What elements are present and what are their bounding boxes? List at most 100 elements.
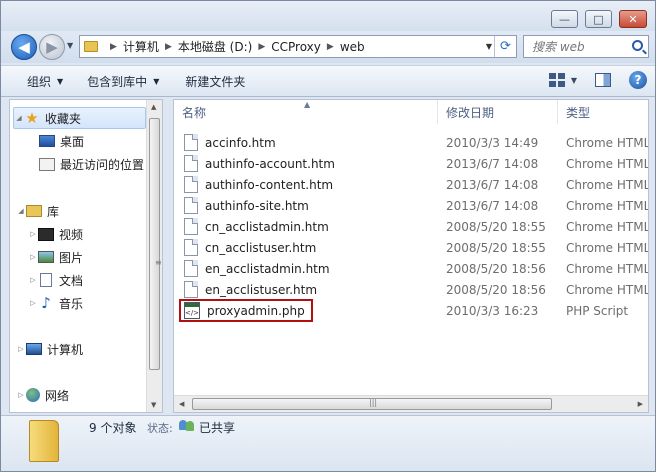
recent-pages-dropdown-icon[interactable]: ▼	[67, 41, 73, 50]
file-name-cell[interactable]: en_acclistadmin.htm	[184, 260, 442, 277]
html-file-icon	[184, 281, 198, 298]
scroll-left-icon[interactable]: ◀	[179, 400, 184, 408]
file-name: proxyadmin.php	[207, 303, 305, 318]
new-folder-button[interactable]: 新建文件夹	[177, 70, 253, 92]
expand-triangle-icon[interactable]: ◢	[14, 114, 24, 122]
collapsed-triangle-icon[interactable]: ▷	[28, 253, 38, 261]
html-file-icon	[184, 155, 198, 172]
search-icon[interactable]	[632, 40, 643, 51]
search-input[interactable]	[524, 39, 624, 54]
breadcrumb-drive-d[interactable]: 本地磁盘 (D:)	[178, 38, 252, 55]
file-name-cell[interactable]: en_acclistuser.htm	[184, 281, 442, 298]
organize-label: 组织	[27, 74, 52, 89]
include-in-library-button[interactable]: 包含到库中 ▼	[79, 70, 167, 92]
file-date: 2008/5/20 18:55	[446, 240, 546, 255]
breadcrumb-ccproxy[interactable]: CCProxy	[271, 40, 321, 54]
column-header-date[interactable]: 修改日期	[438, 100, 558, 124]
collapsed-triangle-icon[interactable]: ▷	[16, 391, 26, 399]
chevron-right-icon[interactable]: ▶	[110, 42, 117, 52]
expand-triangle-icon[interactable]: ◢	[16, 207, 26, 215]
file-name-cell[interactable]: authinfo-account.htm	[184, 155, 442, 172]
scroll-up-icon[interactable]: ▲	[151, 103, 156, 111]
collapsed-triangle-icon[interactable]: ▷	[28, 299, 38, 307]
organize-button[interactable]: 组织 ▼	[19, 70, 71, 92]
table-row[interactable]: authinfo-content.htm 2013/6/7 14:08 Chrome…	[174, 174, 649, 195]
sidebar-item-libraries[interactable]: ◢ 库	[16, 200, 59, 222]
sidebar-item-computer[interactable]: ▷ 计算机	[16, 338, 83, 360]
maximize-button[interactable]: □	[585, 10, 612, 28]
scrollbar-thumb[interactable]: |||	[192, 398, 552, 410]
search-box[interactable]	[523, 35, 649, 58]
address-bar[interactable]: ▶ 计算机 ▶ 本地磁盘 (D:) ▶ CCProxy ▶ web ▼ ⟳	[79, 35, 517, 58]
column-header-type[interactable]: 类型	[558, 100, 648, 124]
refresh-button[interactable]: ⟳	[494, 36, 516, 57]
forward-button[interactable]: ▶	[39, 34, 65, 60]
breadcrumb-computer[interactable]: 计算机	[123, 38, 159, 55]
file-type: Chrome HTML	[566, 156, 649, 171]
file-name-cell[interactable]: authinfo-site.htm	[184, 197, 442, 214]
collapsed-triangle-icon[interactable]: ▷	[28, 276, 38, 284]
table-row[interactable]: authinfo-site.htm 2013/6/7 14:08 Chrome HT…	[174, 195, 649, 216]
table-row[interactable]: en_acclistadmin.htm 2008/5/20 18:56 Chrome…	[174, 258, 648, 279]
title-bar: — □ ✕	[1, 1, 655, 31]
file-type: Chrome HTML	[566, 135, 649, 150]
breadcrumb-web[interactable]: web	[340, 40, 365, 54]
preview-pane-icon[interactable]	[595, 73, 611, 87]
close-button[interactable]: ✕	[619, 10, 647, 28]
back-button[interactable]: ◀	[11, 34, 37, 60]
table-row[interactable]: authinfo-account.htm 2013/6/7 14:08 Chrome…	[174, 153, 649, 174]
file-type: Chrome HTML	[566, 198, 649, 213]
sidebar-item-favorites[interactable]: ◢ ★ 收藏夹	[13, 107, 146, 129]
desktop-icon	[39, 135, 55, 147]
file-name-cell[interactable]: cn_acclistuser.htm	[184, 239, 442, 256]
minimize-button[interactable]: —	[551, 10, 578, 28]
horizontal-scrollbar[interactable]: ◀ ||| ▶	[174, 395, 648, 412]
address-history-dropdown-icon[interactable]: ▼	[486, 42, 492, 51]
file-type: Chrome HTML	[566, 177, 649, 192]
sidebar-item-label: 视频	[59, 227, 84, 242]
chevron-right-icon[interactable]: ▶	[327, 42, 334, 52]
file-date: 2013/6/7 14:08	[446, 156, 539, 171]
sidebar-item-documents[interactable]: ▷ 文档	[28, 269, 83, 291]
file-type: Chrome HTML	[566, 219, 649, 234]
sidebar-item-label: 库	[47, 204, 60, 219]
music-icon: ♪	[41, 293, 51, 312]
file-name-cell[interactable]: cn_acclistadmin.htm	[184, 218, 442, 235]
file-date: 2010/3/3 16:23	[446, 303, 539, 318]
sidebar-item-desktop[interactable]: 桌面	[39, 130, 84, 152]
shared-users-icon	[179, 418, 195, 432]
chevron-right-icon[interactable]: ▶	[165, 42, 172, 52]
table-row[interactable]: cn_acclistadmin.htm 2008/5/20 18:55 Chrome…	[174, 216, 649, 237]
file-name-cell[interactable]: authinfo-content.htm	[184, 176, 442, 193]
table-row[interactable]: en_acclistuser.htm 2008/5/20 18:56 Chrome …	[174, 279, 648, 300]
table-row[interactable]: cn_acclistuser.htm 2008/5/20 18:55 Chrome …	[174, 237, 648, 258]
sidebar-item-pictures[interactable]: ▷ 图片	[28, 246, 83, 268]
file-name-cell[interactable]: </> proxyadmin.php	[179, 299, 313, 322]
file-name-cell[interactable]: accinfo.htm	[184, 134, 442, 151]
column-header-label: 修改日期	[446, 105, 495, 120]
table-row[interactable]: </> proxyadmin.php 2010/3/3 16:23 PHP Scrip…	[174, 299, 648, 322]
chevron-right-icon[interactable]: ▶	[258, 42, 265, 52]
help-icon[interactable]: ?	[629, 71, 647, 89]
scrollbar-thumb[interactable]: ≡	[149, 118, 162, 370]
sidebar-item-label: 最近访问的位置	[60, 157, 145, 172]
details-pane: 9 个对象 状态: 已共享	[1, 415, 655, 471]
sidebar-item-label: 收藏夹	[45, 111, 82, 126]
file-name: en_acclistadmin.htm	[205, 261, 330, 276]
collapsed-triangle-icon[interactable]: ▷	[28, 230, 38, 238]
change-view-icon[interactable]	[548, 73, 565, 87]
sidebar-item-network[interactable]: ▷ 网络	[16, 384, 69, 406]
collapsed-triangle-icon[interactable]: ▷	[16, 345, 26, 353]
table-row[interactable]: accinfo.htm 2010/3/3 14:49 Chrome HTML	[174, 132, 649, 153]
column-header-name[interactable]: 名称 ▲	[174, 100, 438, 124]
file-date: 2013/6/7 14:08	[446, 198, 539, 213]
navigation-pane-scrollbar[interactable]: ▲ ≡ ▼	[146, 100, 162, 412]
sidebar-item-music[interactable]: ▷ ♪ 音乐	[28, 292, 83, 314]
scroll-down-icon[interactable]: ▼	[151, 401, 156, 409]
sidebar-item-recent[interactable]: 最近访问的位置	[39, 153, 144, 175]
scroll-right-icon[interactable]: ▶	[638, 400, 643, 408]
view-dropdown-icon[interactable]: ▼	[571, 76, 577, 85]
file-name: authinfo-content.htm	[205, 177, 334, 192]
item-count: 9 个对象	[89, 421, 137, 435]
sidebar-item-videos[interactable]: ▷ 视频	[28, 223, 83, 245]
